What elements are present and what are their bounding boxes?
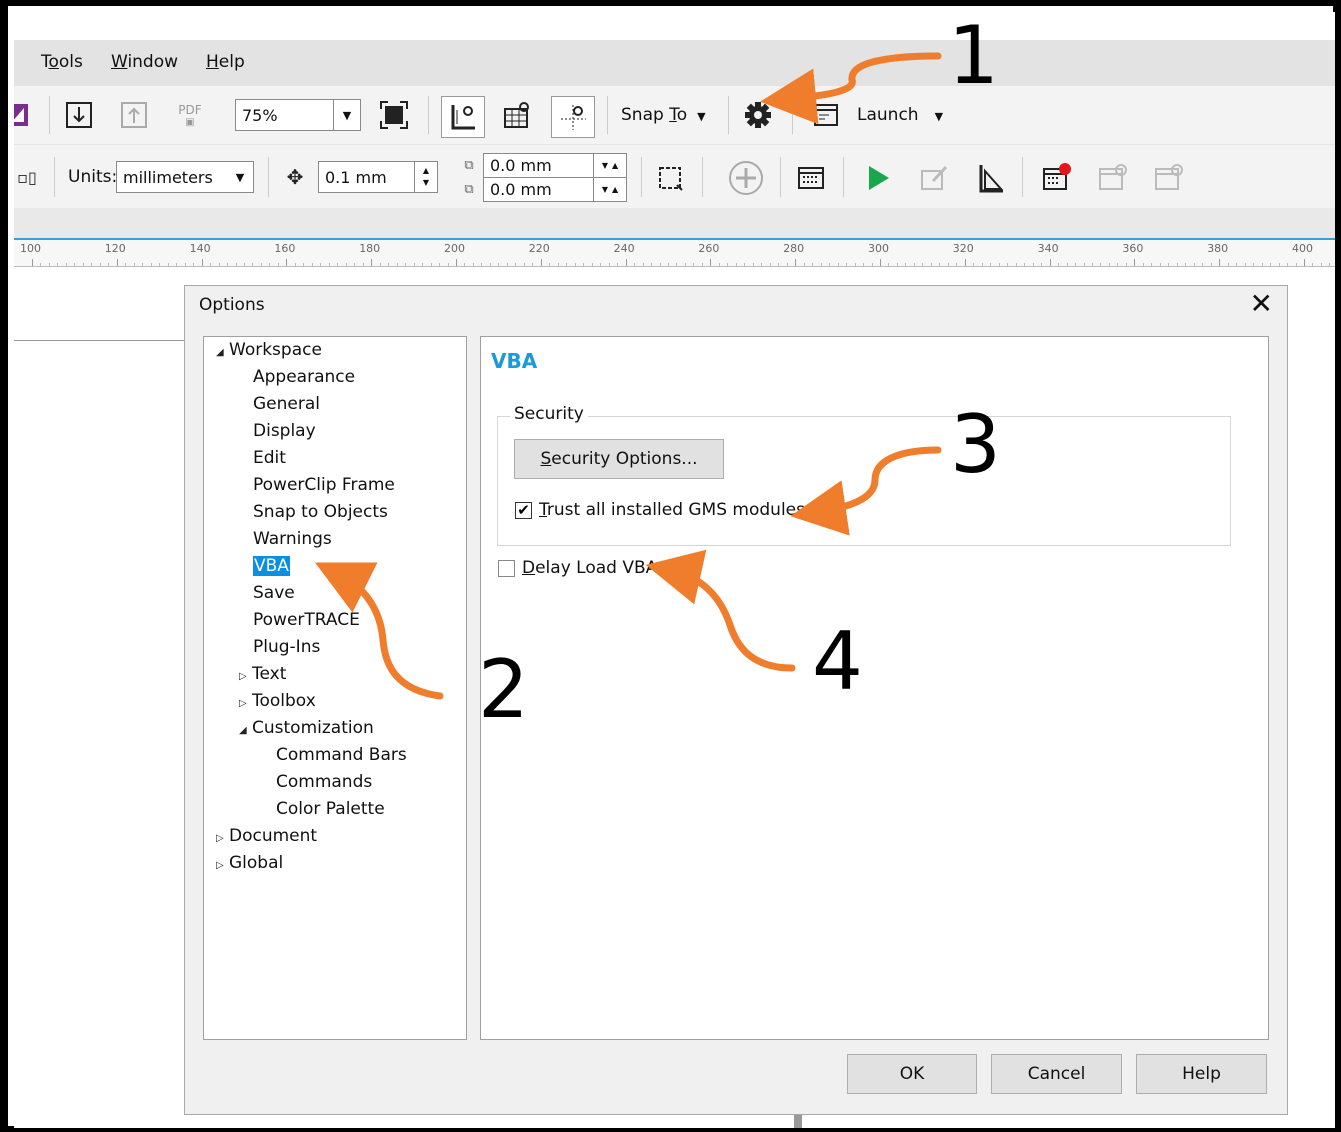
arrow-1 [760,52,942,125]
annotation-number-1: 1 [948,9,999,102]
annotation-number-2: 2 [478,643,529,736]
annotation-number-4: 4 [812,615,863,708]
arrow-3 [790,446,942,536]
annotation-arrows [314,52,942,700]
arrow-4 [645,549,796,672]
annotation-number-3: 3 [950,398,1001,491]
arrow-2 [314,562,444,700]
